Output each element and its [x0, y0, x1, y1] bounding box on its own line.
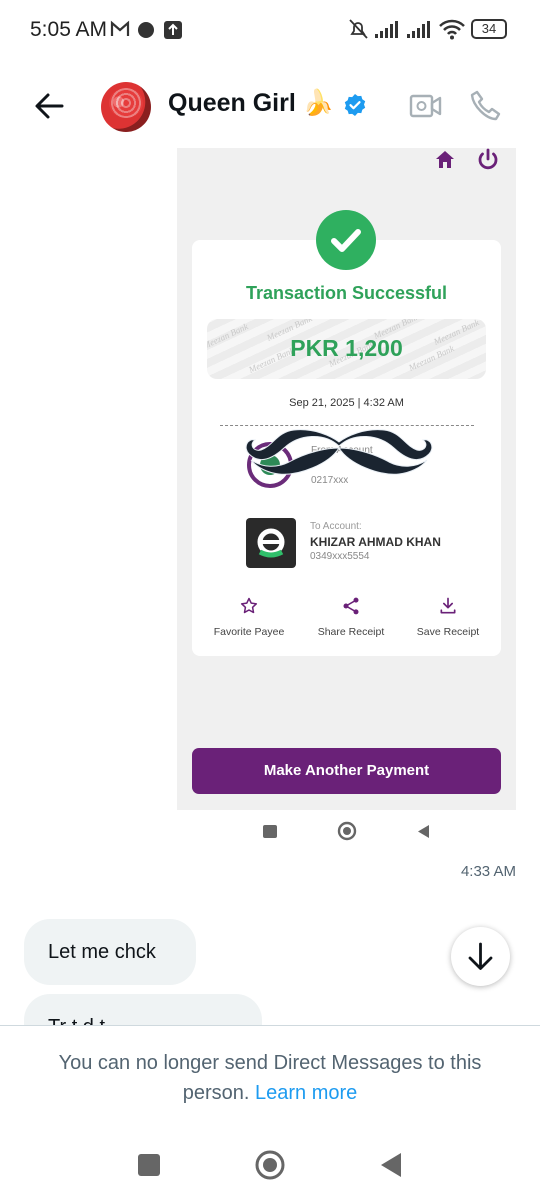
save-receipt-label: Save Receipt [416, 626, 480, 638]
phone-call-icon[interactable] [468, 88, 504, 124]
shared-image-receipt[interactable]: Transaction Successful Meezan Bank Meeza… [177, 148, 516, 810]
home-icon [436, 151, 454, 168]
back-arrow-icon[interactable] [30, 86, 70, 126]
back-button-icon[interactable] [381, 1153, 401, 1177]
scroll-to-bottom-button[interactable] [451, 927, 510, 986]
avatar[interactable] [101, 82, 151, 132]
message-timestamp: 4:33 AM [460, 863, 516, 880]
dm-restricted-notice: You can no longer send Direct Messages t… [30, 1048, 510, 1108]
gmail-icon [110, 20, 130, 36]
back-nav-icon [418, 825, 429, 838]
to-account-label: To Account: [310, 521, 362, 532]
square-nav-icon [263, 825, 277, 838]
verified-badge-icon [344, 94, 366, 116]
success-check-icon [316, 210, 376, 270]
status-time: 5:05 AM [30, 18, 108, 41]
received-message[interactable]: Let me chck [24, 919, 196, 985]
arrow-down-icon [468, 942, 493, 970]
mustache-sticker [245, 429, 433, 475]
embedded-nav-bar [263, 821, 429, 841]
status-bar: 5:05 AM 34 [0, 0, 540, 60]
battery-icon: 34 [471, 19, 507, 39]
amount-box: Meezan Bank Meezan Bank Meezan Bank Meez… [207, 319, 486, 379]
share-receipt-button[interactable]: Share Receipt [301, 596, 401, 638]
share-icon [343, 597, 359, 615]
receipt-card: Transaction Successful Meezan Bank Meeza… [192, 210, 501, 656]
learn-more-link[interactable]: Learn more [255, 1082, 357, 1104]
power-icon [478, 148, 498, 170]
make-another-payment-button: Make Another Payment [192, 748, 501, 794]
bell-muted-icon [349, 19, 368, 39]
transaction-status: Transaction Successful [245, 283, 448, 303]
share-receipt-label: Share Receipt [317, 626, 385, 638]
favorite-payee-label: Favorite Payee [213, 626, 285, 638]
download-icon [440, 597, 456, 614]
signal-icon [407, 21, 430, 38]
transaction-amount: PKR 1,200 [290, 335, 403, 361]
conversation-header: Queen Girl 🍌 [0, 62, 540, 148]
recipient-account-number: 0349xxx5554 [310, 551, 370, 562]
upload-icon [164, 21, 182, 39]
transaction-date: Sep 21, 2025 | 4:32 AM [289, 397, 404, 409]
signal-icon [375, 21, 398, 38]
notification-dot-icon [138, 22, 154, 38]
recent-apps-icon[interactable] [138, 1154, 160, 1176]
video-call-icon[interactable] [409, 89, 443, 123]
wifi-icon [439, 19, 465, 40]
favorite-payee-button[interactable]: Favorite Payee [199, 596, 299, 638]
contact-name[interactable]: Queen Girl 🍌 [168, 89, 334, 118]
star-icon [240, 597, 258, 614]
recipient-name: KHIZAR AHMAD KHAN [310, 535, 441, 549]
system-nav-bar [138, 1150, 401, 1180]
save-receipt-button[interactable]: Save Receipt [398, 596, 498, 638]
easypaisa-logo [246, 518, 296, 568]
